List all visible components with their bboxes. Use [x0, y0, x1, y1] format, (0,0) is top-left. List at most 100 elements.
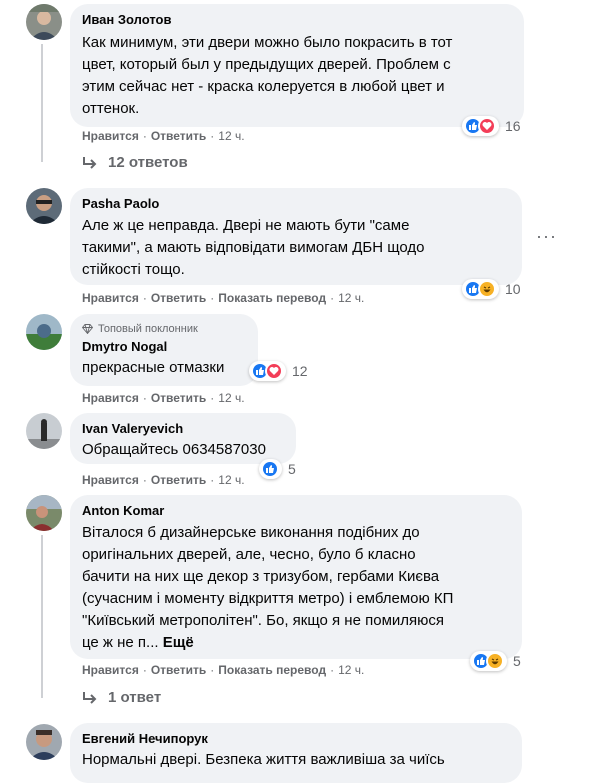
separator: · — [142, 473, 147, 487]
comment-bubble: Евгений Нечипорук Нормальні двері. Безпе… — [70, 723, 522, 783]
separator: · — [210, 129, 215, 143]
avatar[interactable] — [26, 495, 62, 531]
reactions[interactable]: 10 — [462, 279, 521, 299]
comment-bubble: Иван Золотов Как минимум, эти двери можн… — [70, 4, 524, 127]
reply-button[interactable]: Ответить — [151, 291, 206, 305]
reaction-pill[interactable] — [259, 459, 282, 479]
timestamp[interactable]: 12 ч. — [338, 291, 364, 305]
thread-line — [41, 535, 43, 698]
comment-author[interactable]: Иван Золотов — [82, 12, 512, 28]
comment-actions: Нравится · Ответить · Показать перевод · 12 ч. — [82, 290, 364, 306]
comment-bubble: Топовый поклонник Dmytro Nogal прекрасны… — [70, 314, 258, 386]
view-replies-button[interactable]: 12 ответов — [82, 154, 188, 171]
reaction-count: 5 — [513, 653, 521, 669]
haha-icon — [478, 280, 496, 298]
reactions[interactable]: 5 — [259, 459, 296, 479]
avatar[interactable] — [26, 314, 62, 350]
reaction-pill[interactable] — [462, 279, 499, 299]
reply-arrow-icon — [83, 691, 97, 704]
separator: · — [210, 291, 215, 305]
comment-actions: Нравится · Ответить · 12 ч. — [82, 390, 245, 406]
separator: · — [142, 391, 147, 405]
reply-button[interactable]: Ответить — [151, 663, 206, 677]
thread-line — [41, 44, 43, 162]
top-fan-label: Топовый поклонник — [98, 323, 198, 335]
timestamp[interactable]: 12 ч. — [338, 663, 364, 677]
diamond-icon — [82, 324, 93, 334]
comment-line: такими", а мають відповідати вимогам ДБН… — [82, 239, 425, 256]
avatar[interactable] — [26, 4, 62, 40]
comment-author[interactable]: Anton Komar — [82, 503, 510, 519]
comment-line: це ж не п... — [82, 634, 159, 651]
timestamp[interactable]: 12 ч. — [218, 391, 244, 405]
reply-arrow-icon — [83, 156, 97, 169]
separator: · — [330, 291, 335, 305]
like-button[interactable]: Нравится — [82, 291, 139, 305]
separator: · — [330, 663, 335, 677]
timestamp[interactable]: 12 ч. — [218, 473, 244, 487]
comment-author[interactable]: Ivan Valeryevich — [82, 421, 284, 437]
translate-button[interactable]: Показать перевод — [218, 291, 326, 305]
reactions[interactable]: 12 — [249, 361, 308, 381]
comment-line: Как минимум, эти двери можно было покрас… — [82, 34, 453, 51]
comment-line: бачити на них ще декор з тризубом, герба… — [82, 568, 440, 585]
separator: · — [142, 129, 147, 143]
like-button[interactable]: Нравится — [82, 473, 139, 487]
separator: · — [142, 663, 147, 677]
comment-line: Віталося б дизайнерське виконання подібн… — [82, 524, 420, 541]
separator: · — [210, 663, 215, 677]
view-replies-label: 1 ответ — [108, 689, 162, 706]
translate-button[interactable]: Показать перевод — [218, 663, 326, 677]
see-more-button[interactable]: Ещё — [163, 634, 194, 651]
reaction-pill[interactable] — [470, 651, 507, 671]
separator: · — [210, 391, 215, 405]
view-replies-button[interactable]: 1 ответ — [82, 689, 161, 706]
like-button[interactable]: Нравится — [82, 663, 139, 677]
timestamp[interactable]: 12 ч. — [218, 129, 244, 143]
comment-line: прекрасные отмазки — [82, 359, 225, 376]
love-icon — [265, 362, 283, 380]
reaction-pill[interactable] — [462, 116, 499, 136]
comment-line: оттенок. — [82, 100, 140, 117]
reply-button[interactable]: Ответить — [151, 473, 206, 487]
comment-text: Обращайтесь 0634587030 — [82, 439, 284, 461]
comment-author[interactable]: Евгений Нечипорук — [82, 731, 510, 747]
comment-line: этим сейчас нет - краска колеруется в лю… — [82, 78, 445, 95]
comment-line-last: це ж не п... Ещё — [82, 632, 510, 654]
comment-author[interactable]: Pasha Paolo — [82, 196, 510, 212]
separator: · — [210, 473, 215, 487]
like-button[interactable]: Нравится — [82, 391, 139, 405]
more-options-icon[interactable]: ··· — [536, 226, 557, 247]
comment-actions: Нравится · Ответить · 12 ч. — [82, 128, 245, 144]
reaction-count: 5 — [288, 461, 296, 477]
avatar[interactable] — [26, 413, 62, 449]
comment-line: (сучасним і моменту відкриття метро) і е… — [82, 590, 454, 607]
comment-line: оригінальних дверей, але, чесно, було б … — [82, 546, 416, 563]
reaction-count: 10 — [505, 281, 521, 297]
comment-bubble: Pasha Paolo Але ж це неправда. Двері не … — [70, 188, 522, 285]
reactions[interactable]: 5 — [470, 651, 521, 671]
separator: · — [142, 291, 147, 305]
comment-text: прекрасные отмазки — [82, 357, 246, 379]
like-button[interactable]: Нравится — [82, 129, 139, 143]
comment-line: цвет, который был у предыдущих дверей. П… — [82, 56, 451, 73]
reaction-pill[interactable] — [249, 361, 286, 381]
avatar[interactable] — [26, 188, 62, 224]
reply-button[interactable]: Ответить — [151, 129, 206, 143]
comment-actions: Нравится · Ответить · Показать перевод · 12 ч. — [82, 662, 364, 678]
love-icon — [478, 117, 496, 135]
comment-line: "Київський метрополітен". Бо, якщо я не … — [82, 612, 445, 629]
comment-actions: Нравится · Ответить · 12 ч. — [82, 472, 245, 488]
avatar[interactable] — [26, 724, 62, 760]
reply-button[interactable]: Ответить — [151, 391, 206, 405]
comment-author[interactable]: Dmytro Nogal — [82, 339, 246, 355]
comment-bubble: Ivan Valeryevich Обращайтесь 0634587030 — [70, 413, 296, 464]
comment-text: Как минимум, эти двери можно было покрас… — [82, 32, 512, 120]
view-replies-label: 12 ответов — [108, 154, 188, 171]
reactions[interactable]: 16 — [462, 116, 521, 136]
reaction-count: 12 — [292, 363, 308, 379]
haha-icon — [486, 652, 504, 670]
comment-line: Обращайтесь 0634587030 — [82, 441, 266, 458]
comment-text: Віталося б дизайнерське виконання подібн… — [82, 522, 510, 654]
comment-text: Але ж це неправда. Двері не мають бути "… — [82, 215, 510, 281]
